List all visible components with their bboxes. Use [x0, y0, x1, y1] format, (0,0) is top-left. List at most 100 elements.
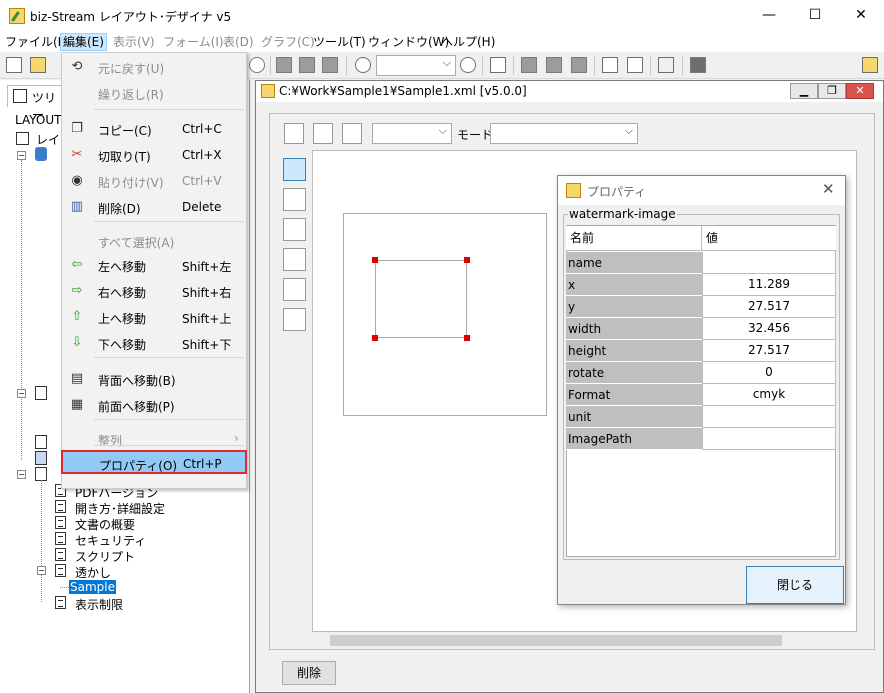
tree-item-open-settings[interactable]: 開き方･詳細設定: [75, 500, 165, 517]
close-window-button[interactable]: ✕: [838, 0, 884, 31]
zoom-out-icon[interactable]: [460, 57, 476, 73]
zoom-select[interactable]: [376, 55, 456, 76]
search-doc-icon[interactable]: [627, 57, 643, 73]
property-row[interactable]: Format cmyk: [566, 384, 836, 406]
menu-item-bring-forward[interactable]: ▦ 前面へ移動(P): [62, 393, 246, 417]
open-folder-icon[interactable]: [30, 57, 46, 73]
new-file-icon[interactable]: [6, 57, 22, 73]
stop-icon[interactable]: [690, 57, 706, 73]
image-tool-icon[interactable]: [283, 248, 306, 271]
page-copy-icon[interactable]: [299, 57, 315, 73]
property-row[interactable]: x 11.289: [566, 274, 836, 296]
menu-tools[interactable]: ツール(T): [311, 33, 368, 51]
zoom-in-icon[interactable]: [355, 57, 371, 73]
edit-properties-icon[interactable]: [490, 57, 506, 73]
property-row[interactable]: ImagePath: [566, 428, 836, 450]
properties-icon[interactable]: [862, 57, 878, 73]
text-tool-icon[interactable]: [283, 218, 306, 241]
page-copy-icon[interactable]: [313, 123, 333, 144]
menu-view[interactable]: 表示(V): [111, 33, 157, 51]
resize-handle[interactable]: [372, 257, 378, 263]
menu-graph[interactable]: グラフ(C): [259, 33, 317, 51]
resize-handle[interactable]: [372, 335, 378, 341]
menu-item-move-left[interactable]: ⇦ 左へ移動 Shift+左: [62, 253, 246, 277]
property-row[interactable]: y 27.517: [566, 296, 836, 318]
page-select[interactable]: [372, 123, 452, 144]
menu-item-paste[interactable]: ◉ 貼り付け(V) Ctrl+V: [62, 169, 246, 193]
menu-item-undo[interactable]: ⟲ 元に戻す(U): [62, 55, 246, 79]
menu-item-move-down[interactable]: ⇩ 下へ移動 Shift+下: [62, 331, 246, 355]
property-value[interactable]: 32.456: [702, 318, 836, 340]
tab-tree[interactable]: ツリー: [7, 85, 65, 122]
line-tool-icon[interactable]: [283, 278, 306, 301]
maximize-button[interactable]: ☐: [792, 0, 838, 31]
page-icon[interactable]: [276, 57, 292, 73]
property-row[interactable]: name: [566, 252, 836, 274]
menu-item-align[interactable]: 整列 ›: [62, 427, 246, 451]
expand-toggle[interactable]: −: [17, 470, 26, 479]
barcode-tool-icon[interactable]: [283, 188, 306, 211]
property-row[interactable]: height 27.517: [566, 340, 836, 362]
doc-minimize-button[interactable]: ▁: [790, 83, 818, 99]
property-row[interactable]: rotate 0: [566, 362, 836, 384]
tree-item-security[interactable]: セキュリティ: [75, 532, 146, 549]
property-value[interactable]: 27.517: [702, 296, 836, 318]
doc-restore-button[interactable]: ❐: [818, 83, 846, 99]
expand-toggle[interactable]: −: [37, 566, 46, 575]
menu-help[interactable]: ヘルプ(H): [439, 33, 497, 51]
menu-item-select-all[interactable]: すべて選択(A): [62, 229, 246, 253]
property-value[interactable]: [702, 406, 836, 428]
horizontal-scrollbar[interactable]: [318, 632, 857, 649]
doc-close-button[interactable]: ✕: [846, 83, 874, 99]
tree-root[interactable]: LAYOUT: [15, 113, 61, 127]
property-row[interactable]: unit: [566, 406, 836, 428]
resize-handle[interactable]: [464, 257, 470, 263]
menu-item-delete[interactable]: ▥ 削除(D) Delete: [62, 195, 246, 219]
mode-select[interactable]: [490, 123, 638, 144]
minimize-button[interactable]: —: [746, 0, 792, 31]
menu-table[interactable]: 表(D): [221, 33, 256, 51]
menu-item-cut[interactable]: ✂ 切取り(T) Ctrl+X: [62, 143, 246, 167]
expand-toggle[interactable]: −: [17, 389, 26, 398]
menu-item-move-up[interactable]: ⇧ 上へ移動 Shift+上: [62, 305, 246, 329]
doc-icon: [55, 500, 66, 513]
tools-icon[interactable]: [658, 57, 674, 73]
menu-item-move-right[interactable]: ⇨ 右へ移動 Shift+右: [62, 279, 246, 303]
text-layout-icon[interactable]: [546, 57, 562, 73]
delete-button[interactable]: 削除: [282, 661, 336, 685]
tree-item-display-limit[interactable]: 表示制限: [75, 596, 123, 613]
table-icon[interactable]: [571, 57, 587, 73]
page-icon[interactable]: [284, 123, 304, 144]
grid-icon[interactable]: [521, 57, 537, 73]
property-row[interactable]: width 32.456: [566, 318, 836, 340]
tree-item-summary[interactable]: 文書の概要: [75, 516, 135, 533]
expand-toggle[interactable]: −: [17, 151, 26, 160]
menu-item-properties[interactable]: プロパティ(O) Ctrl+P: [61, 450, 247, 474]
page-paste-icon[interactable]: [342, 123, 362, 144]
resize-handle[interactable]: [464, 335, 470, 341]
page-paste-icon[interactable]: [322, 57, 338, 73]
property-value[interactable]: [702, 252, 836, 274]
menu-item-copy[interactable]: ❐ コピー(C) Ctrl+C: [62, 117, 246, 141]
tree-item-script[interactable]: スクリプト: [75, 548, 135, 565]
tree-item-watermark[interactable]: 透かし: [75, 564, 111, 581]
menu-item-redo[interactable]: 繰り返し(R): [62, 81, 246, 105]
menu-edit[interactable]: 編集(E): [60, 33, 107, 51]
redo-icon[interactable]: [249, 57, 265, 73]
menu-item-label: 下へ移動: [98, 338, 147, 352]
watermark-image-frame[interactable]: [375, 260, 467, 338]
tree-item-sample[interactable]: Sample: [69, 580, 116, 594]
close-icon[interactable]: ✕: [822, 180, 835, 198]
pointer-tool-icon[interactable]: [283, 158, 306, 181]
close-dialog-button[interactable]: 閉じる: [746, 566, 844, 604]
property-value[interactable]: cmyk: [702, 384, 836, 406]
menu-item-send-backward[interactable]: ▤ 背面へ移動(B): [62, 367, 246, 391]
menu-form[interactable]: フォーム(I): [161, 33, 226, 51]
rect-tool-icon[interactable]: [283, 308, 306, 331]
preview-icon[interactable]: [602, 57, 618, 73]
property-value[interactable]: 27.517: [702, 340, 836, 362]
vertical-scrollbar[interactable]: [857, 124, 874, 632]
property-value[interactable]: 11.289: [702, 274, 836, 296]
property-value[interactable]: [702, 428, 836, 450]
property-value[interactable]: 0: [702, 362, 836, 384]
